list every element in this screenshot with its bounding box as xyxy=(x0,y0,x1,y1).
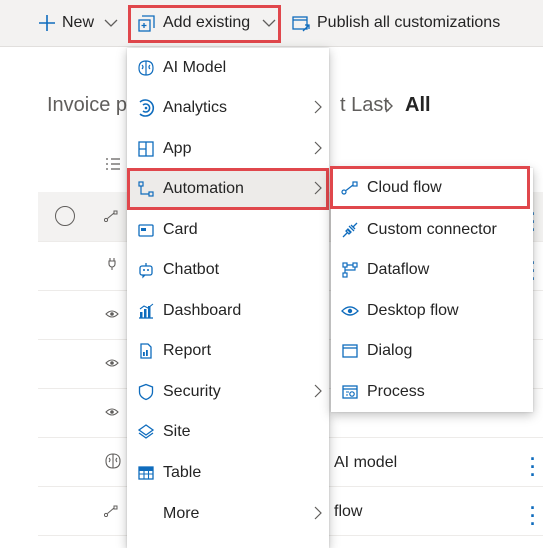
menu-item-security[interactable]: Security xyxy=(127,372,329,412)
more-options-icon[interactable]: · · · xyxy=(530,450,536,484)
publish-icon xyxy=(291,13,311,33)
menu-item-app[interactable]: App xyxy=(127,129,329,169)
menu-item-label: Site xyxy=(163,423,191,440)
submenu-item-dataflow[interactable]: Dataflow xyxy=(331,250,533,290)
submenu-item-label: Process xyxy=(367,383,425,400)
add-existing-menu: AI Model Analytics App Automation Card C… xyxy=(127,48,329,548)
new-button[interactable]: New xyxy=(38,0,118,46)
row-type-text: flow xyxy=(334,503,363,520)
report-icon xyxy=(134,339,158,363)
table-icon xyxy=(134,461,158,485)
desktop-flow-icon xyxy=(338,299,362,323)
menu-item-more[interactable]: More xyxy=(127,494,329,534)
menu-item-site[interactable]: Site xyxy=(127,412,329,452)
publish-label: Publish all customizations xyxy=(317,14,501,31)
security-icon xyxy=(134,380,158,404)
eye-icon xyxy=(105,309,119,319)
row-select-radio[interactable] xyxy=(55,206,75,226)
add-existing-highlight xyxy=(128,5,281,43)
dataflow-icon xyxy=(338,258,362,282)
menu-item-chatbot[interactable]: Chatbot xyxy=(127,250,329,290)
menu-item-dashboard[interactable]: Dashboard xyxy=(127,291,329,331)
site-icon xyxy=(134,420,158,444)
submenu-item-custom-connector[interactable]: Custom connector xyxy=(331,210,533,250)
new-button-label: New xyxy=(62,14,95,31)
submenu-item-label: Dataflow xyxy=(367,261,430,278)
more-spacer xyxy=(134,502,158,526)
submenu-item-label: Custom connector xyxy=(367,221,497,238)
chevron-right-icon xyxy=(313,383,323,399)
submenu-item-dialog[interactable]: Dialog xyxy=(331,331,533,371)
submenu-item-label: Desktop flow xyxy=(367,302,459,319)
menu-item-label: Dashboard xyxy=(163,302,242,319)
breadcrumb-middle[interactable]: t Last xyxy=(340,94,389,117)
menu-item-report[interactable]: Report xyxy=(127,331,329,371)
menu-item-card[interactable]: Card xyxy=(127,210,329,250)
ai-model-icon xyxy=(104,452,122,470)
chevron-right-icon xyxy=(313,505,323,521)
menu-item-label: Report xyxy=(163,342,212,359)
flow-icon xyxy=(104,505,118,517)
breadcrumb-current: All xyxy=(405,94,431,116)
analytics-icon xyxy=(134,96,158,120)
publish-all-button[interactable]: Publish all customizations xyxy=(291,0,500,46)
chatbot-icon xyxy=(134,258,158,282)
eye-icon xyxy=(105,358,119,368)
custom-connector-icon xyxy=(338,218,362,242)
menu-item-analytics[interactable]: Analytics xyxy=(127,88,329,128)
menu-item-label: Analytics xyxy=(163,99,228,116)
plus-icon xyxy=(38,14,56,32)
list-header-icon xyxy=(105,156,121,172)
chevron-right-icon xyxy=(313,99,323,115)
row-type-text: AI model xyxy=(334,454,398,471)
cloud-flow-highlight xyxy=(330,166,530,209)
submenu-item-process[interactable]: Process xyxy=(331,372,533,412)
menu-item-label: Security xyxy=(163,383,221,400)
chevron-down-icon xyxy=(104,18,118,28)
plug-icon xyxy=(107,257,117,271)
eye-icon xyxy=(105,407,119,417)
menu-item-label: More xyxy=(163,505,200,522)
menu-item-ai-model[interactable]: AI Model xyxy=(127,48,329,88)
app-icon xyxy=(134,137,158,161)
menu-item-table[interactable]: Table xyxy=(127,453,329,493)
menu-item-label: AI Model xyxy=(163,59,227,76)
dialog-icon xyxy=(338,339,362,363)
menu-item-label: Chatbot xyxy=(163,261,220,278)
ai-model-icon xyxy=(134,56,158,80)
process-icon xyxy=(338,380,362,404)
more-options-icon[interactable]: · · · xyxy=(530,499,536,533)
menu-item-label: App xyxy=(163,140,192,157)
menu-item-label: Table xyxy=(163,464,202,481)
menu-item-label: Card xyxy=(163,221,198,238)
card-icon xyxy=(134,218,158,242)
automation-highlight xyxy=(127,168,329,210)
submenu-item-label: Dialog xyxy=(367,342,413,359)
chevron-right-icon xyxy=(384,98,394,114)
chevron-right-icon xyxy=(313,140,323,156)
breadcrumb-prefix[interactable]: Invoice p xyxy=(47,94,127,117)
submenu-item-desktop-flow[interactable]: Desktop flow xyxy=(331,291,533,331)
dashboard-icon xyxy=(134,299,158,323)
flow-icon xyxy=(104,210,118,222)
